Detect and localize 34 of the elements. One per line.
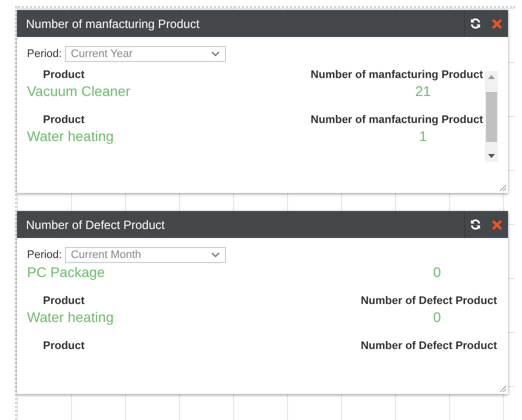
column-header: Number of Defect Product (360, 294, 497, 308)
scroll-down-icon (488, 154, 495, 158)
resize-handle-icon[interactable] (499, 184, 506, 191)
period-dropdown[interactable]: Current Month (64, 247, 226, 263)
chevron-down-icon (210, 51, 220, 57)
column-header: Product (42, 68, 85, 82)
panel-title: Number of manfacturing Product (26, 16, 200, 32)
panel-title: Number of Defect Product (26, 216, 166, 234)
column-header: Product (42, 113, 85, 127)
product-name: Vacuum Cleaner (27, 82, 130, 100)
period-dropdown[interactable]: Current Year (64, 46, 226, 62)
scrollbar-thumb[interactable] (486, 92, 497, 142)
product-name: Water heating (27, 308, 114, 326)
column-header: Number of manfacturing Product (310, 68, 483, 82)
scrollbar[interactable] (485, 71, 498, 162)
product-count: 1 (418, 127, 428, 145)
period-label: Period: (27, 248, 62, 263)
product-count: 0 (432, 263, 442, 281)
product-name: PC Package (27, 263, 105, 281)
close-icon (492, 220, 502, 230)
column-header: Product (42, 339, 85, 353)
scroll-up-icon (488, 75, 495, 79)
product-name: Water heating (27, 127, 114, 145)
chevron-down-icon (210, 252, 220, 258)
refresh-icon (470, 219, 481, 230)
product-count: 0 (432, 308, 442, 326)
column-header: Number of manfacturing Product (310, 113, 483, 127)
column-header: Product (42, 294, 85, 308)
column-header: Number of Defect Product (360, 339, 497, 353)
refresh-icon (470, 18, 481, 29)
period-label: Period: (27, 46, 62, 62)
resize-handle-icon[interactable] (499, 385, 506, 392)
product-count: 21 (414, 82, 432, 100)
close-icon (492, 18, 502, 28)
